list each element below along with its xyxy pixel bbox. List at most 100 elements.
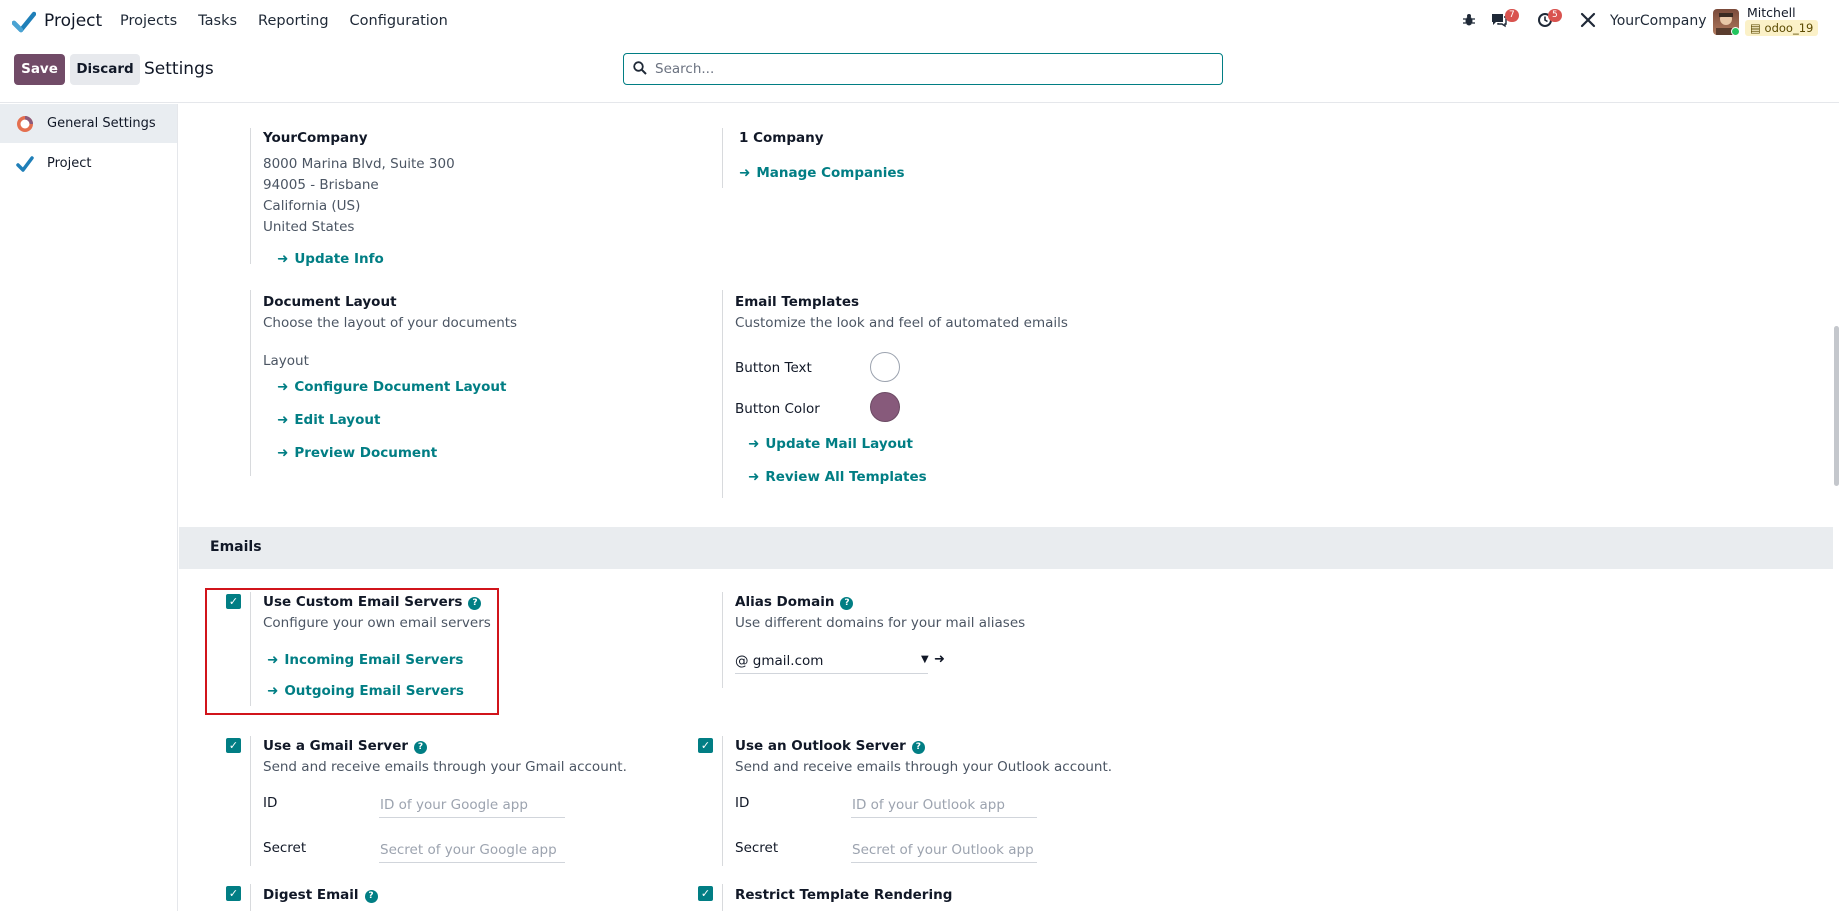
search-input[interactable] (655, 59, 1205, 79)
configure-document-layout-link[interactable]: ➜ Configure Document Layout (277, 379, 506, 395)
link-label: Incoming Email Servers (284, 652, 464, 668)
field-underline (735, 673, 928, 674)
address-line: United States (263, 219, 355, 235)
button-color-picker[interactable] (870, 392, 900, 422)
email-templates-description: Customize the look and feel of automated… (735, 315, 1068, 331)
setting-title: Alias Domain (735, 594, 835, 610)
digest-email-title: Digest Email? (263, 887, 378, 903)
restrict-template-title: Restrict Template Rendering (735, 887, 953, 903)
project-app-icon[interactable] (12, 11, 36, 33)
custom-email-servers-checkbox[interactable]: ✓ (226, 594, 241, 609)
section-title: Emails (210, 539, 262, 555)
search-icon (633, 61, 647, 79)
gmail-server-description: Send and receive emails through your Gma… (263, 759, 627, 775)
gmail-id-label: ID (263, 795, 278, 811)
link-label: Preview Document (294, 445, 438, 461)
scrollbar[interactable] (1833, 104, 1839, 911)
activities-badge: 5 (1548, 9, 1562, 22)
gmail-id-input[interactable]: ID of your Google app (380, 797, 528, 813)
divider (722, 884, 723, 911)
company-switcher[interactable]: YourCompany (1610, 13, 1707, 29)
outlook-id-label: ID (735, 795, 750, 811)
sidebar-item-general-settings[interactable]: General Settings (0, 104, 177, 143)
help-icon[interactable]: ? (414, 741, 428, 754)
email-templates-title: Email Templates (735, 294, 860, 310)
emails-section-header: Emails (179, 527, 1833, 569)
settings-sidebar: General Settings Project (0, 104, 178, 911)
outlook-server-title: Use an Outlook Server? (735, 738, 925, 754)
update-info-link[interactable]: ➜ Update Info (277, 251, 384, 267)
arrow-right-icon: ➜ (748, 436, 760, 452)
scrollbar-thumb[interactable] (1834, 326, 1839, 486)
database-icon: ▤ (1750, 21, 1761, 35)
app-name[interactable]: Project (44, 11, 102, 31)
field-underline (851, 817, 1037, 818)
help-icon[interactable]: ? (840, 597, 854, 610)
gmail-secret-input[interactable]: Secret of your Google app (380, 842, 557, 858)
setting-title: Digest Email (263, 887, 359, 903)
link-label: Outgoing Email Servers (284, 683, 464, 699)
outlook-id-input[interactable]: ID of your Outlook app (852, 797, 1005, 813)
help-icon[interactable]: ? (364, 890, 378, 903)
address-line: California (US) (263, 198, 361, 214)
alias-domain-title: Alias Domain? (735, 594, 854, 610)
arrow-right-icon: ➜ (277, 251, 289, 267)
review-all-templates-link[interactable]: ➜ Review All Templates (748, 469, 927, 485)
messages-badge: 7 (1505, 9, 1519, 22)
caret-down-icon[interactable]: ▼ (921, 654, 929, 665)
custom-email-servers-title: Use Custom Email Servers? (263, 594, 482, 610)
database-badge: ▤ odoo_19 (1745, 20, 1819, 36)
tools-icon[interactable] (1580, 12, 1596, 32)
arrow-right-icon[interactable]: ➜ (934, 652, 945, 667)
outlook-server-checkbox[interactable]: ✓ (698, 738, 713, 753)
discard-button[interactable]: Discard (70, 54, 140, 85)
bug-icon[interactable] (1462, 12, 1476, 31)
update-mail-layout-link[interactable]: ➜ Update Mail Layout (748, 436, 913, 452)
restrict-template-checkbox[interactable]: ✓ (698, 886, 713, 901)
setting-title: Use an Outlook Server (735, 738, 906, 754)
digest-email-checkbox[interactable]: ✓ (226, 886, 241, 901)
divider (722, 592, 723, 688)
divider (250, 290, 251, 476)
address-line: 94005 - Brisbane (263, 177, 379, 193)
edit-layout-link[interactable]: ➜ Edit Layout (277, 412, 380, 428)
manage-companies-link[interactable]: ➜ Manage Companies (739, 165, 905, 181)
company-name: YourCompany (263, 130, 368, 146)
divider (250, 736, 251, 866)
sidebar-item-project[interactable]: Project (0, 144, 177, 183)
button-color-label: Button Color (735, 401, 820, 417)
gmail-secret-label: Secret (263, 840, 307, 856)
control-panel: Save Discard Settings (0, 43, 1839, 103)
link-label: Update Info (294, 251, 384, 267)
menu-projects[interactable]: Projects (120, 13, 177, 29)
gmail-server-checkbox[interactable]: ✓ (226, 738, 241, 753)
menu-configuration[interactable]: Configuration (350, 13, 448, 29)
incoming-email-servers-link[interactable]: ➜ Incoming Email Servers (267, 652, 463, 668)
menu-tasks[interactable]: Tasks (198, 13, 237, 29)
button-text-color-picker[interactable] (870, 352, 900, 382)
setting-title: Use Custom Email Servers (263, 594, 463, 610)
outlook-server-description: Send and receive emails through your Out… (735, 759, 1113, 775)
link-label: Edit Layout (294, 412, 381, 428)
document-layout-description: Choose the layout of your documents (263, 315, 518, 331)
help-icon[interactable]: ? (468, 597, 482, 610)
alias-domain-description: Use different domains for your mail alia… (735, 615, 1026, 631)
search-box[interactable] (623, 53, 1223, 85)
settings-content: YourCompany 8000 Marina Blvd, Suite 300 … (179, 104, 1833, 911)
companies-count: 1 Company (739, 130, 824, 146)
preview-document-link[interactable]: ➜ Preview Document (277, 445, 437, 461)
custom-email-servers-description: Configure your own email servers (263, 615, 491, 631)
outgoing-email-servers-link[interactable]: ➜ Outgoing Email Servers (267, 683, 464, 699)
sidebar-item-label: General Settings (47, 116, 156, 131)
arrow-right-icon: ➜ (277, 379, 289, 395)
menu-reporting[interactable]: Reporting (258, 13, 329, 29)
alias-domain-select[interactable]: @ gmail.com (735, 653, 823, 669)
outlook-secret-input[interactable]: Secret of your Outlook app (852, 842, 1034, 858)
save-button[interactable]: Save (14, 54, 65, 85)
sidebar-item-label: Project (47, 156, 92, 171)
help-icon[interactable]: ? (911, 741, 925, 754)
page-title: Settings (144, 59, 214, 79)
project-icon (16, 155, 34, 172)
divider (722, 290, 723, 498)
setting-title: Use a Gmail Server (263, 738, 409, 754)
